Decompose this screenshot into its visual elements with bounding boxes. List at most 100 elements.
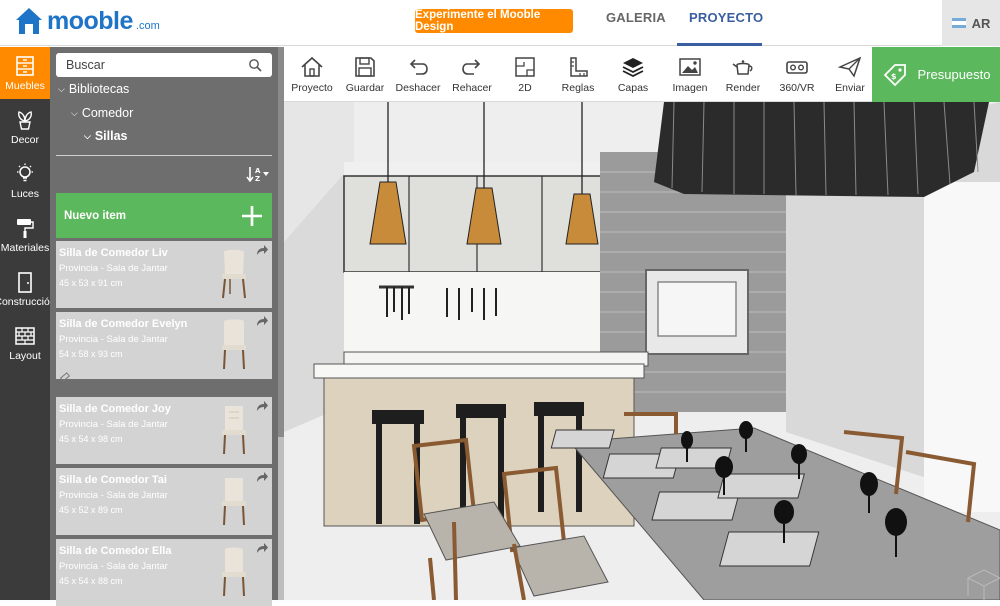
mooble-logo[interactable]: mooble .com (14, 6, 160, 36)
mooble-design-button[interactable]: Experimente el Mooble Design (415, 9, 573, 33)
new-item-button[interactable]: Nuevo item (56, 193, 272, 238)
tool-360-vr[interactable]: 360/VR (774, 47, 820, 102)
save-icon (355, 56, 375, 77)
product-card[interactable]: Silla de Comedor Ella Provincia - Sala d… (56, 539, 272, 606)
tab-proyecto[interactable]: PROYECTO (689, 10, 763, 25)
tool-label: Capas (617, 81, 649, 94)
active-tab-indicator (677, 43, 762, 46)
search-icon[interactable] (248, 58, 262, 72)
product-name: Silla de Comedor Tai (59, 474, 167, 486)
tool-label: Enviar (835, 81, 865, 94)
chevron-down-icon: ⌵ (84, 130, 91, 141)
tool-label: Reglas (561, 81, 595, 94)
tool-proyecto[interactable]: Proyecto (288, 47, 336, 102)
top-header: mooble .com Experimente el Mooble Design… (0, 0, 1000, 46)
tool-imagen[interactable]: Imagen (666, 47, 714, 102)
tree-item-bibliotecas[interactable]: ⌵ Bibliotecas (58, 82, 129, 96)
redo-icon (462, 58, 481, 75)
search-input[interactable] (66, 58, 246, 72)
rail-item-luces[interactable]: Luces (0, 155, 50, 207)
share-icon[interactable] (256, 471, 268, 483)
product-brand: Provincia - Sala de Jantar (59, 263, 168, 274)
paint-roller-icon (17, 218, 34, 238)
rail-label: Decor (10, 133, 39, 146)
tool-label: Render (725, 81, 761, 94)
chair-thumbnail-icon (222, 249, 246, 299)
tree-item-label: Comedor (81, 106, 134, 120)
rail-item-muebles[interactable]: Muebles (0, 47, 50, 99)
product-name: Silla de Comedor Ella (59, 545, 172, 557)
rail-label: Materiales (0, 241, 50, 254)
panel-divider (56, 155, 272, 156)
home-icon (301, 56, 323, 77)
presupuesto-button[interactable]: $ Presupuesto (872, 47, 1000, 102)
chair-thumbnail-icon (222, 319, 246, 370)
product-dimensions: 45 x 54 x 88 cm (59, 576, 123, 586)
kitchen-dining-render (284, 102, 1000, 600)
logo-text: mooble (47, 6, 133, 35)
tool-label: 360/VR (779, 81, 815, 94)
tree-item-sillas[interactable]: ⌵ Sillas (84, 129, 128, 143)
product-brand: Provincia - Sala de Jantar (59, 334, 168, 345)
share-icon[interactable] (256, 315, 268, 327)
tree-item-comedor[interactable]: ⌵ Comedor (71, 106, 133, 120)
image-icon (679, 57, 701, 76)
logo-suffix: .com (135, 20, 160, 32)
tool-rehacer[interactable]: Rehacer (448, 47, 496, 102)
svg-text:$: $ (891, 72, 897, 81)
svg-text:A: A (255, 167, 261, 175)
rail-label: Muebles (5, 79, 45, 92)
floorplan-2d-icon (515, 56, 535, 77)
new-item-label: Nuevo item (64, 209, 126, 222)
editor-toolbar: Proyecto Guardar Deshacer Rehacer 2D Reg… (284, 47, 872, 102)
tool-label: 2D (518, 81, 532, 94)
3d-viewport[interactable] (284, 102, 1000, 600)
product-dimensions: 54 x 58 x 93 cm (59, 349, 123, 359)
tool-label: Deshacer (395, 81, 441, 94)
tool-reglas[interactable]: Reglas (554, 47, 602, 102)
product-brand: Provincia - Sala de Jantar (59, 490, 168, 501)
teapot-icon (732, 59, 753, 75)
tool-guardar[interactable]: Guardar (342, 47, 388, 102)
rail-label: Layout (9, 349, 41, 362)
product-card[interactable]: Silla de Comedor Joy Provincia - Sala de… (56, 397, 272, 464)
layers-icon (622, 57, 644, 77)
tool-capas[interactable]: Capas (610, 47, 656, 102)
lightbulb-icon (17, 163, 33, 181)
share-icon[interactable] (256, 244, 268, 256)
tool-deshacer[interactable]: Deshacer (394, 47, 442, 102)
argentina-flag-icon (951, 18, 966, 28)
door-icon (18, 271, 32, 293)
rail-item-construccion[interactable]: Construcción (0, 263, 56, 315)
rail-item-decor[interactable]: Decor (0, 101, 50, 153)
search-box (56, 53, 272, 77)
chevron-down-icon: ⌵ (71, 107, 78, 118)
sort-az-icon[interactable]: A Z (246, 165, 270, 183)
product-name: Silla de Comedor Evelyn (59, 318, 188, 330)
ruler-badge-icon (60, 372, 70, 382)
tool-label: Imagen (672, 81, 708, 94)
tool-enviar[interactable]: Enviar (828, 47, 872, 102)
tool-label: Guardar (345, 81, 385, 94)
tool-label: Proyecto (291, 81, 333, 94)
product-name: Silla de Comedor Joy (59, 403, 171, 415)
tab-galeria[interactable]: GALERIA (606, 10, 666, 25)
share-icon[interactable] (256, 400, 268, 412)
svg-text:Z: Z (255, 175, 260, 183)
presupuesto-label: Presupuesto (917, 67, 991, 82)
language-selector[interactable]: AR (942, 0, 1000, 46)
product-card[interactable]: Silla de Comedor Tai Provincia - Sala de… (56, 468, 272, 535)
rail-item-materiales[interactable]: Materiales (0, 209, 50, 261)
tree-item-label: Sillas (94, 129, 128, 143)
undo-icon (409, 58, 428, 75)
chair-thumbnail-icon (222, 478, 246, 526)
share-icon[interactable] (256, 542, 268, 554)
ruler-icon (570, 56, 588, 77)
product-card[interactable]: Silla de Comedor Liv Provincia - Sala de… (56, 241, 272, 308)
product-card[interactable]: Silla de Comedor Evelyn Provincia - Sala… (56, 312, 272, 382)
chair-thumbnail-icon (222, 547, 246, 597)
rail-item-layout[interactable]: Layout (0, 317, 50, 369)
tool-2d[interactable]: 2D (502, 47, 548, 102)
product-brand: Provincia - Sala de Jantar (59, 561, 168, 572)
tool-render[interactable]: Render (720, 47, 766, 102)
